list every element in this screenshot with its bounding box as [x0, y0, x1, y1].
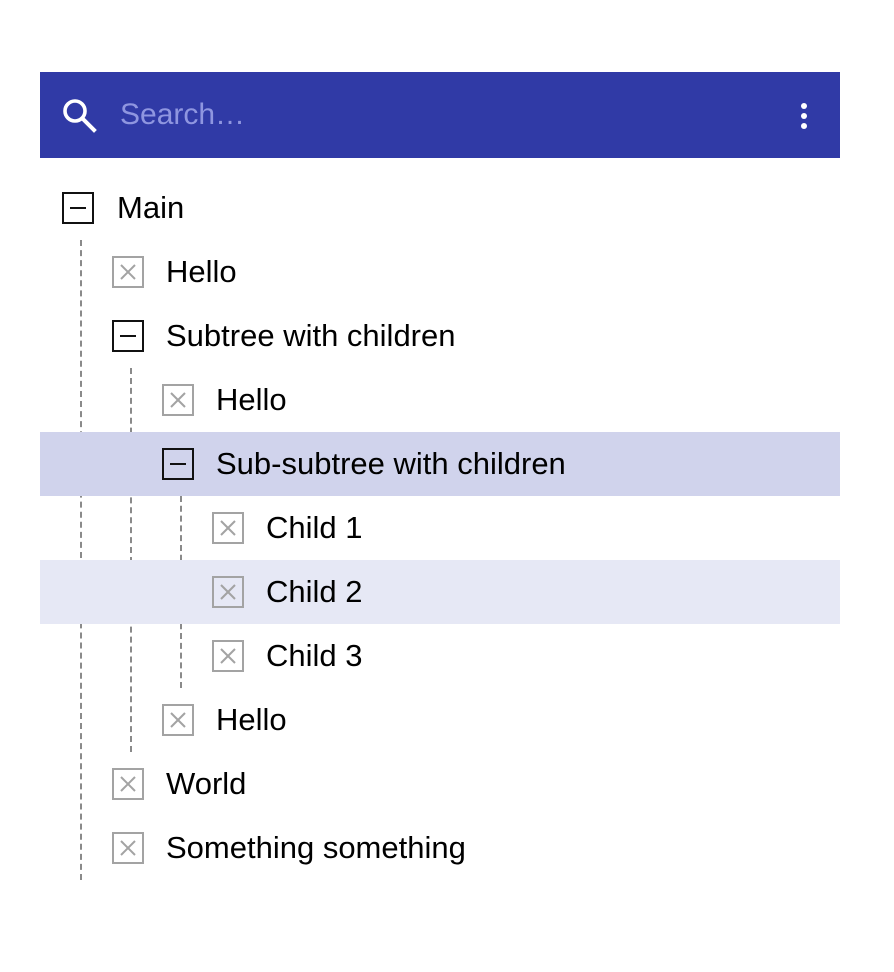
tree-node-label: Child 1	[266, 510, 363, 545]
collapse-minus-icon[interactable]	[112, 320, 144, 352]
more-vertical-icon[interactable]	[792, 98, 816, 134]
tree-node-label: Something something	[166, 830, 466, 865]
tree-node-label: World	[166, 766, 247, 801]
tree-node-subtree[interactable]: Subtree with children	[40, 304, 840, 368]
tree-node-world[interactable]: World	[40, 752, 840, 816]
tree-node-child-1[interactable]: Child 1	[40, 496, 840, 560]
leaf-x-icon	[112, 256, 144, 288]
search-input[interactable]	[120, 94, 740, 136]
leaf-x-icon	[212, 576, 244, 608]
tree-panel: Main Hello Subtree with children	[40, 72, 840, 880]
tree-node-label: Sub-subtree with children	[216, 446, 566, 481]
leaf-x-icon	[212, 640, 244, 672]
tree-node-label: Hello	[216, 702, 287, 737]
tree-node-child-2[interactable]: Child 2	[40, 560, 840, 624]
tree-node-label: Subtree with children	[166, 318, 456, 353]
tree-node-something-something[interactable]: Something something	[40, 816, 840, 880]
tree-node-label: Child 3	[266, 638, 363, 673]
leaf-x-icon	[162, 384, 194, 416]
collapse-minus-icon[interactable]	[162, 448, 194, 480]
leaf-x-icon	[112, 768, 144, 800]
leaf-x-icon	[212, 512, 244, 544]
tree-node-hello[interactable]: Hello	[40, 240, 840, 304]
leaf-x-icon	[162, 704, 194, 736]
tree-node-label: Child 2	[266, 574, 363, 609]
collapse-minus-icon[interactable]	[62, 192, 94, 224]
tree-view: Main Hello Subtree with children Hello S…	[40, 176, 840, 880]
tree-node-label: Hello	[216, 382, 287, 417]
tree-node-hello[interactable]: Hello	[40, 368, 840, 432]
search-icon[interactable]	[60, 96, 100, 136]
tree-node-label: Main	[117, 190, 185, 225]
tree-node-main[interactable]: Main	[40, 176, 840, 240]
search-bar	[40, 72, 840, 158]
tree-node-label: Hello	[166, 254, 237, 289]
tree-node-subsubtree[interactable]: Sub-subtree with children	[40, 432, 840, 496]
leaf-x-icon	[112, 832, 144, 864]
tree-node-child-3[interactable]: Child 3	[40, 624, 840, 688]
tree-node-hello[interactable]: Hello	[40, 688, 840, 752]
